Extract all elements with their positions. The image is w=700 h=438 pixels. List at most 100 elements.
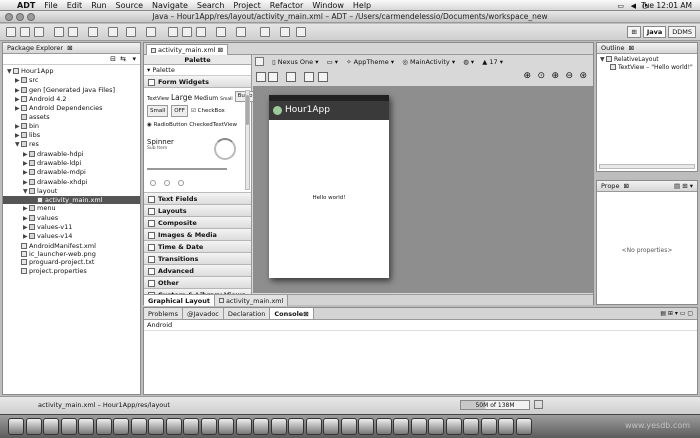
widget-toggle-button[interactable]: OFF: [171, 105, 188, 117]
widget-large-text[interactable]: Large: [171, 93, 192, 102]
dock-app-icon[interactable]: [375, 418, 392, 435]
tab-xml-source[interactable]: activity_main.xml: [214, 295, 289, 306]
device-selector[interactable]: ▯ Nexus One ▾: [272, 58, 318, 66]
fill-width-icon[interactable]: [256, 72, 266, 82]
api-selector[interactable]: ▲ 17 ▾: [482, 58, 503, 66]
widget-progressbar-large[interactable]: [214, 138, 236, 160]
dock-app-icon[interactable]: [183, 418, 199, 435]
tree-item[interactable]: ▶ drawable-hdpi: [3, 150, 140, 159]
tab-javadoc[interactable]: @ Javadoc: [182, 308, 224, 319]
dock-app-icon[interactable]: [165, 418, 182, 435]
menu-project[interactable]: Project: [233, 0, 260, 11]
dock-app-icon[interactable]: [305, 418, 322, 435]
tree-item[interactable]: AndroidManifest.xml: [3, 242, 140, 250]
menu-search[interactable]: Search: [197, 0, 224, 11]
orientation-selector[interactable]: ▭ ▾: [327, 58, 338, 66]
distribute-icon[interactable]: [318, 72, 328, 82]
print-icon[interactable]: [34, 27, 44, 37]
annotation-icon[interactable]: [260, 27, 270, 37]
minimize-window-button[interactable]: [16, 13, 24, 21]
palette-section[interactable]: Other: [144, 277, 251, 289]
tree-item[interactable]: ▶ Android 4.2: [3, 95, 140, 104]
widget-medium-text[interactable]: Medium: [194, 95, 218, 102]
tree-item[interactable]: ▼ Hour1App: [3, 67, 140, 76]
zoom-in-icon[interactable]: ⊕: [551, 71, 559, 81]
tab-declaration[interactable]: Declaration: [223, 308, 271, 319]
clock[interactable]: Tue 12:01 AM: [641, 0, 692, 11]
new-java-project-icon[interactable]: [168, 27, 178, 37]
console-output[interactable]: Android: [144, 320, 697, 331]
widget-progressbar-horizontal[interactable]: [147, 168, 227, 170]
heap-status[interactable]: 50M of 138M: [460, 400, 530, 410]
locale-selector[interactable]: ◍ ▾: [463, 58, 474, 66]
perspective-ddms[interactable]: DDMS: [668, 26, 696, 38]
dock-app-icon[interactable]: [498, 418, 514, 435]
widget-progress-small-3[interactable]: [178, 180, 184, 186]
external-tools-icon[interactable]: [146, 27, 156, 37]
tree-item[interactable]: ▶ gen [Generated Java Files]: [3, 86, 140, 95]
palette-section[interactable]: Time & Date: [144, 241, 251, 253]
menu-navigate[interactable]: Navigate: [152, 0, 188, 11]
widget-radiobutton[interactable]: ◉ RadioButton: [147, 122, 187, 128]
dock-app-icon[interactable]: [410, 418, 427, 435]
dock-app-icon[interactable]: [78, 418, 94, 435]
zoom-100-icon[interactable]: ⊛: [579, 71, 587, 81]
dock-app-icon[interactable]: [8, 418, 24, 435]
view-menu-icon[interactable]: ▾: [132, 55, 136, 63]
dock-app-icon[interactable]: [60, 418, 77, 435]
new-class-icon[interactable]: [196, 27, 206, 37]
menu-source[interactable]: Source: [116, 0, 143, 11]
package-explorer-tab[interactable]: Package Explorer ⊠: [3, 43, 140, 54]
widget-progress-small[interactable]: [150, 180, 156, 186]
menu-window[interactable]: Window: [312, 0, 344, 11]
dock-app-icon[interactable]: [445, 418, 462, 435]
tree-item[interactable]: ▶ Android Dependencies: [3, 104, 140, 113]
layout-canvas[interactable]: Hour1App Hello world!: [253, 86, 593, 293]
theme-selector[interactable]: ✧ AppTheme ▾: [346, 58, 394, 66]
close-view-icon[interactable]: ⊠: [629, 43, 634, 54]
dock-app-icon[interactable]: [358, 418, 374, 435]
dock-app-icon[interactable]: [130, 418, 147, 435]
widget-progress-small-2[interactable]: [164, 180, 170, 186]
app-menu[interactable]: ADT: [17, 0, 35, 11]
lint-icon[interactable]: [88, 27, 98, 37]
dock-app-icon[interactable]: [25, 418, 42, 435]
palette-section[interactable]: Text Fields: [144, 193, 251, 205]
dock-app-icon[interactable]: [428, 418, 444, 435]
zoom-real-icon[interactable]: ⊙: [537, 71, 545, 81]
search-icon[interactable]: [236, 27, 246, 37]
tree-item[interactable]: ▶ values-v11: [3, 223, 140, 232]
dock-app-icon[interactable]: [288, 418, 304, 435]
activity-selector[interactable]: ◎ MainActivity ▾: [402, 58, 455, 66]
save-icon[interactable]: [20, 27, 30, 37]
close-view-icon[interactable]: ⊠: [303, 310, 308, 318]
tree-item[interactable]: proguard-project.txt: [3, 258, 140, 266]
palette-dropdown[interactable]: ▾ Palette: [144, 65, 251, 76]
tree-item[interactable]: ic_launcher-web.png: [3, 250, 140, 258]
palette-scroll-thumb[interactable]: [246, 95, 249, 125]
dock-app-icon[interactable]: [515, 418, 532, 435]
tree-item[interactable]: ▶ drawable-mdpi: [3, 168, 140, 177]
tree-item[interactable]: project.properties: [3, 267, 140, 275]
open-type-icon[interactable]: [216, 27, 226, 37]
palette-section[interactable]: Composite: [144, 217, 251, 229]
zoom-window-button[interactable]: [27, 13, 35, 21]
dock-app-icon[interactable]: [113, 418, 129, 435]
tree-item[interactable]: ▼ layout: [3, 187, 140, 196]
tree-item[interactable]: activity_main.xml: [3, 196, 140, 205]
menu-file[interactable]: File: [44, 0, 57, 11]
dock-app-icon[interactable]: [323, 418, 339, 435]
action-bar-preview[interactable]: Hour1App: [269, 101, 389, 120]
tree-item[interactable]: ▶ drawable-ldpi: [3, 159, 140, 168]
outline-scrollbar[interactable]: [599, 164, 695, 169]
widget-spinner[interactable]: Spinner Sub Item: [147, 138, 174, 151]
menu-run[interactable]: Run: [91, 0, 106, 11]
avd-manager-icon[interactable]: [68, 27, 78, 37]
close-tab-icon[interactable]: ⊠: [218, 46, 223, 54]
tree-item[interactable]: ▶ values: [3, 214, 140, 223]
outline-tab[interactable]: Outline ⊠: [597, 43, 697, 54]
dock-app-icon[interactable]: [235, 418, 252, 435]
widget-textview[interactable]: TextView: [147, 96, 169, 102]
link-editor-icon[interactable]: ⇆: [120, 55, 126, 63]
widget-small-button[interactable]: Small: [147, 105, 169, 117]
